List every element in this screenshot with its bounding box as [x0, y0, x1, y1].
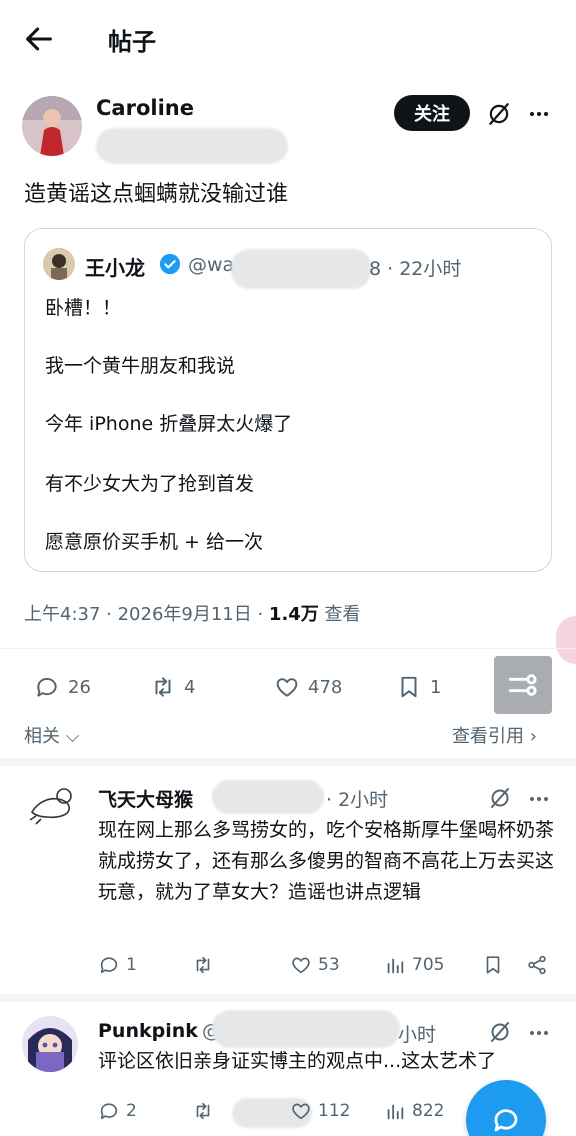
post-timestamp: 上午4:37 · 2026年9月11日 · [24, 604, 269, 625]
views-chart-icon [387, 1104, 404, 1120]
like-count: 112 [318, 1101, 351, 1121]
like-action[interactable]: 112 [290, 1100, 350, 1122]
grok-icon[interactable] [488, 1020, 512, 1044]
reply-avatar[interactable] [22, 1016, 78, 1072]
quoted-post-time: 8 · 22小时 [369, 258, 462, 280]
like-count: 53 [318, 955, 340, 975]
reply-text: 评论区依旧亲身证实博主的观点中...这太艺术了 [98, 1050, 497, 1072]
top-bar [0, 0, 576, 80]
redacted-handle [231, 249, 371, 289]
section-divider [0, 758, 576, 766]
share-icon[interactable] [526, 954, 548, 976]
floating-side-tab[interactable] [556, 616, 576, 664]
redacted-handle [212, 1010, 400, 1048]
more-options-icon[interactable] [526, 786, 552, 812]
quoted-text-line: 今年 iPhone 折叠屏太火爆了 [45, 413, 293, 435]
chevron-right-icon: › [524, 726, 537, 747]
author-avatar[interactable] [22, 96, 82, 156]
related-dropdown[interactable]: 相关 ⌵ [24, 722, 79, 748]
reply-time: 小时 [398, 1024, 437, 1046]
reply-action[interactable]: 2 [98, 1100, 137, 1122]
reply-action[interactable]: 1 [98, 954, 137, 976]
more-options-icon[interactable] [526, 1020, 552, 1046]
views-action[interactable]: 822 [384, 1100, 444, 1122]
chevron-down-icon: ⌵ [60, 726, 80, 747]
reply-count: 1 [126, 955, 137, 975]
reply-author-name[interactable]: Punkpink [98, 1020, 198, 1042]
bookmark-icon[interactable] [482, 954, 504, 976]
repost-action[interactable] [192, 954, 214, 976]
repost-icon [155, 677, 171, 697]
quoted-text-line: 我一个黄牛朋友和我说 [45, 355, 236, 377]
reply-icon [100, 957, 118, 974]
related-label: 相关 [24, 726, 60, 747]
author-name[interactable]: Caroline [96, 96, 194, 120]
repost-icon [196, 956, 210, 974]
post-meta: 上午4:37 · 2026年9月11日 · 1.4万 查看 [24, 600, 361, 626]
follow-button[interactable]: 关注 [394, 95, 470, 131]
heart-icon [292, 1103, 310, 1120]
reply-icon [37, 677, 57, 697]
compose-reply-button[interactable] [466, 1080, 546, 1136]
like-action[interactable]: 478 [274, 674, 342, 700]
share-button[interactable] [494, 656, 552, 714]
page-title: 帖子 [108, 28, 156, 56]
reply-text: 现在网上那么多骂捞女的，吃个安格斯厚牛堡喝杯奶茶就成捞女了，还有那么多傻男的智商… [98, 819, 555, 903]
bookmark-action[interactable]: 1 [396, 674, 441, 700]
views-chart-icon [387, 958, 404, 974]
repost-icon [196, 1102, 210, 1120]
quoted-text-line: 有不少女大为了抢到首发 [45, 473, 255, 495]
like-count: 478 [308, 676, 343, 698]
repost-action[interactable] [192, 1100, 214, 1122]
views-action[interactable]: 705 [384, 954, 444, 976]
grok-icon[interactable] [488, 786, 512, 810]
reply-author-name[interactable]: 飞天大母猴 [98, 785, 193, 812]
verified-badge-icon [159, 253, 181, 275]
grok-icon[interactable] [486, 101, 512, 127]
views-count: 822 [412, 1101, 445, 1121]
heart-icon [292, 957, 310, 974]
quoted-post-card[interactable]: 王小龙 @wa 8 · 22小时 卧槽！！ 我一个黄牛朋友和我说 今年 iPho… [24, 228, 552, 572]
view-quotes-link[interactable]: 查看引用 › [452, 722, 537, 748]
bookmark-count: 1 [430, 676, 442, 698]
more-options-icon[interactable] [526, 101, 552, 127]
quoted-author-name: 王小龙 [85, 256, 145, 280]
compose-bubble-icon [494, 1109, 518, 1132]
reply-icon [100, 1103, 118, 1120]
divider [0, 648, 576, 649]
views-label: 查看 [318, 604, 361, 625]
reply-count: 26 [68, 676, 91, 698]
heart-icon [276, 678, 298, 697]
reply-count: 2 [126, 1101, 137, 1121]
quoted-text-line: 愿意原价买手机 + 给一次 [45, 531, 263, 553]
reply-avatar[interactable] [22, 778, 78, 834]
like-action[interactable]: 53 [290, 954, 340, 976]
post-text: 造黄谣这点蝈螨就没输过谁 [24, 182, 289, 207]
view-count: 1.4万 [268, 604, 319, 625]
repost-action[interactable]: 4 [150, 674, 195, 700]
quoted-text-line: 卧槽！！ [45, 297, 122, 319]
view-quotes-label: 查看引用 [452, 726, 524, 747]
reply-time: · 2小时 [326, 789, 389, 811]
section-divider [0, 994, 576, 1002]
quoted-author-avatar [43, 248, 75, 280]
redacted-handle [212, 780, 324, 814]
back-arrow-icon[interactable] [22, 22, 56, 56]
repost-count: 4 [184, 676, 196, 698]
views-count: 705 [412, 955, 445, 975]
redacted-handle [96, 128, 288, 164]
share-icon [508, 674, 537, 696]
quoted-author-handle: @wa [188, 254, 235, 276]
reply-action[interactable]: 26 [34, 674, 91, 700]
bookmark-icon [401, 676, 417, 698]
